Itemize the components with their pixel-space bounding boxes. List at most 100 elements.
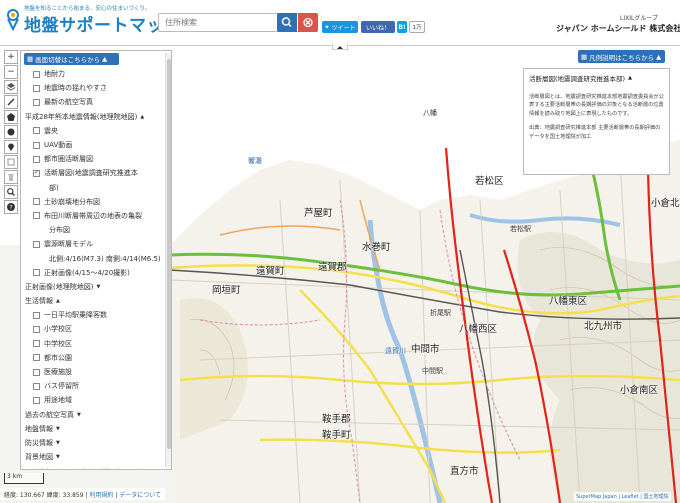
layer-item[interactable]: ✓ 活断層図(地震調査研究推進本 — [21, 166, 165, 180]
layer-item[interactable]: 正射画像(4/15〜4/20撮影) — [21, 266, 165, 280]
layer-item[interactable]: 一日平均駅乗降客数 — [21, 308, 165, 322]
chevron-up-icon — [337, 45, 343, 49]
map-label: 若松駅 — [510, 225, 531, 233]
layer-checkbox[interactable] — [33, 127, 40, 135]
map-attribution[interactable]: SuperMap Japan | Leaflet | 国土地理院 — [574, 492, 671, 501]
layer-label: 正射画像(4/15〜4/20撮影) — [44, 268, 130, 277]
layer-checkbox[interactable] — [33, 70, 40, 78]
map-label: 芦屋町 — [304, 208, 333, 219]
triangle-down-icon: ▼ — [56, 454, 60, 461]
layer-label: 土砂崩壊地分布図 — [44, 197, 100, 206]
layer-item[interactable]: 中学校区 — [21, 337, 165, 351]
layer-checkbox[interactable] — [33, 368, 40, 376]
terms-link[interactable]: 利用規約 — [89, 492, 113, 499]
layer-checkbox[interactable] — [33, 396, 40, 404]
map-label: 水巻町 — [362, 242, 391, 253]
data-info-link[interactable]: データについて — [119, 492, 161, 499]
grid-icon: ▦ — [27, 55, 34, 63]
zoom-in-button[interactable]: + — [4, 50, 18, 64]
layer-category[interactable]: 生活情報 ▲ — [21, 294, 165, 308]
layer-item[interactable]: UAV動画 — [21, 138, 165, 152]
triangle-up-icon: ▲ — [56, 298, 60, 305]
layer-checkbox[interactable] — [33, 212, 40, 220]
sponsor-name[interactable]: ジャパン ホームシールド 株式会社 — [556, 23, 680, 34]
map-label: 遠賀郡 — [318, 262, 347, 273]
layer-checkbox[interactable] — [33, 325, 40, 333]
layer-label: 最新の航空写真 — [44, 98, 93, 107]
triangle-down-icon: ▼ — [77, 411, 81, 418]
layer-label: 地震時の揺れやすさ — [44, 84, 107, 93]
layer-label: 震央 — [44, 126, 58, 135]
layer-label: 北側:4/16(M7.3) 南側:4/14(M6.5) — [49, 254, 161, 263]
layer-checkbox[interactable] — [33, 340, 40, 348]
circle-icon[interactable] — [4, 125, 18, 139]
map-label: 鞍手郡 — [322, 414, 351, 425]
layer-category[interactable]: 平成28年熊本地震情報(地理院地図) ▲ — [21, 110, 165, 124]
layer-panel-toggle[interactable]: ▦ 画面切替はこちらから ▲ — [24, 53, 119, 65]
map-label: 小倉南区 — [620, 385, 659, 396]
layer-item[interactable]: 土砂崩壊地分布図 — [21, 195, 165, 209]
layer-category[interactable]: 防災情報 ▼ — [21, 436, 165, 450]
layer-label: 医療施設 — [44, 368, 72, 377]
clear-search-button[interactable] — [298, 13, 318, 32]
layer-item[interactable]: 震源断層モデル — [21, 237, 165, 251]
map-label: 八幡東区 — [549, 296, 588, 307]
layer-checkbox[interactable] — [33, 84, 40, 92]
layer-item[interactable]: 都市圏活断層図 — [21, 152, 165, 166]
layer-checkbox[interactable] — [33, 141, 40, 149]
trash-icon[interactable] — [4, 170, 18, 184]
map-label: 響灘 — [248, 157, 262, 165]
layer-checkbox[interactable] — [33, 198, 40, 206]
layer-item[interactable]: 都市公園 — [21, 351, 165, 365]
scrollbar-thumb[interactable] — [167, 59, 171, 449]
layer-checkbox[interactable] — [33, 311, 40, 319]
layer-checkbox[interactable] — [33, 155, 40, 163]
search-icon[interactable] — [4, 185, 18, 199]
layer-panel-scrollbar[interactable] — [165, 53, 171, 467]
layer-category[interactable]: 地盤情報 ▼ — [21, 422, 165, 436]
header-collapse-tab[interactable] — [332, 44, 348, 50]
layer-item[interactable]: 小学校区 — [21, 322, 165, 336]
layer-label: 部) — [49, 183, 59, 192]
map-label: 小倉北 — [651, 198, 680, 209]
layer-item[interactable]: 用途地域 — [21, 393, 165, 407]
layer-category[interactable]: 正射画像(地理院地図) ▼ — [21, 280, 165, 294]
layer-checkbox[interactable] — [33, 240, 40, 248]
legend-toggle-button[interactable]: ▦ 凡例説明はこちらから ▲ — [578, 50, 665, 63]
legend-title[interactable]: 活断層図(地震調査研究推進本部) ▲ — [529, 73, 664, 83]
facebook-like-button[interactable]: いいね！ — [361, 21, 395, 33]
layer-checkbox[interactable] — [33, 98, 40, 106]
hatena-bookmark-button[interactable]: B! — [397, 21, 407, 33]
tweet-button[interactable]: ✦ ツイート — [322, 21, 358, 33]
layer-category[interactable]: 背景地図 ▼ — [21, 450, 165, 464]
layer-item[interactable]: 地耐力 — [21, 67, 165, 81]
pen-icon[interactable] — [4, 95, 18, 109]
layer-item[interactable]: 地震時の揺れやすさ — [21, 81, 165, 95]
zoom-out-button[interactable]: − — [4, 65, 18, 79]
layers-icon[interactable] — [4, 80, 18, 94]
layer-checkbox[interactable]: ✓ — [33, 169, 40, 177]
layer-item[interactable]: 最新の航空写真 — [21, 95, 165, 109]
map-toolbar: + − ? — [4, 50, 18, 215]
close-icon — [303, 17, 313, 28]
triangle-down-icon: ▼ — [96, 283, 101, 290]
search-button[interactable] — [277, 13, 297, 32]
layer-item[interactable]: 震央 — [21, 124, 165, 138]
layer-item[interactable]: 医療施設 — [21, 365, 165, 379]
layer-label: 布田川断層帯周辺の地表の亀裂 — [44, 211, 142, 220]
help-icon[interactable]: ? — [4, 200, 18, 214]
app-header: 地盤を知ることから始まる、安心の住まいづくり。 地盤サポートマップ ✦ ツイート… — [0, 0, 680, 46]
marker-icon[interactable] — [4, 140, 18, 154]
layer-checkbox[interactable] — [33, 354, 40, 362]
layer-item[interactable]: 布田川断層帯周辺の地表の亀裂 — [21, 209, 165, 223]
layer-item[interactable]: バス停留所 — [21, 379, 165, 393]
edit-icon[interactable] — [4, 155, 18, 169]
layer-label: 過去の航空写真 — [25, 410, 74, 419]
layer-checkbox[interactable] — [33, 382, 40, 390]
pentagon-icon[interactable] — [4, 110, 18, 124]
layer-label: 地盤情報 — [25, 424, 53, 433]
layer-label: 都市圏活断層図 — [44, 155, 93, 164]
layer-category[interactable]: 過去の航空写真 ▼ — [21, 408, 165, 422]
twitter-bird-icon: ✦ — [324, 23, 330, 31]
layer-checkbox[interactable] — [33, 269, 40, 277]
